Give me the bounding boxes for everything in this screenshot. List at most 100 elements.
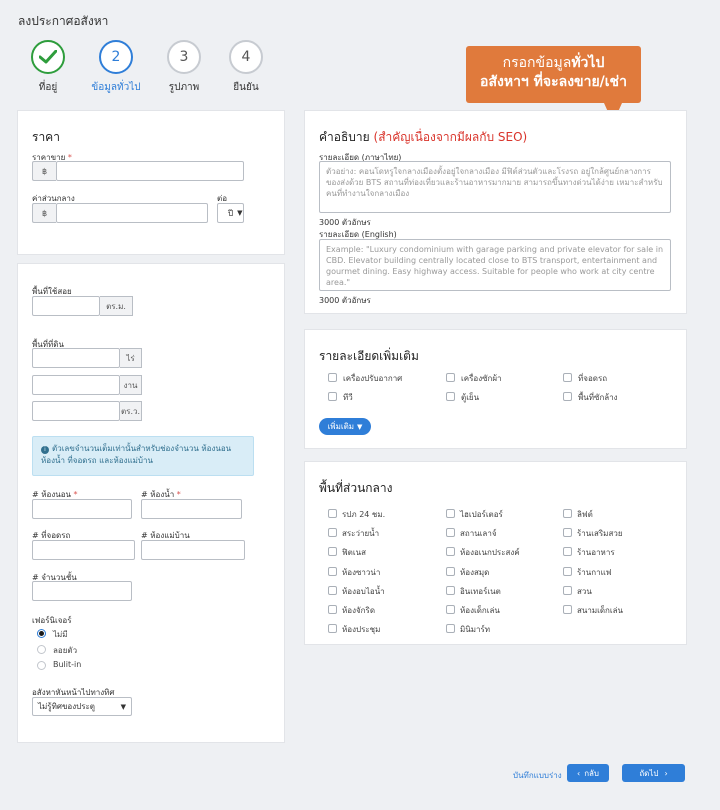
common-label-0: รปภ 24 ชม. [342, 510, 386, 519]
common-label-4: สถานเลาจ์ [460, 529, 497, 538]
chevron-down-icon: ▼ [357, 422, 363, 431]
common-label-16: ห้องเด็กเล่น [460, 606, 500, 615]
next-label: ถัดไป [639, 768, 659, 778]
step-2-circle[interactable]: 2 [99, 40, 133, 74]
extra-checkbox-2[interactable] [563, 373, 572, 382]
extra-label-2: ที่จอดรถ [578, 374, 608, 383]
extra-details-title: รายละเอียดเพิ่มเติม [319, 349, 419, 363]
step-3-circle[interactable]: 3 [167, 40, 201, 74]
furniture-radio-none[interactable] [37, 629, 46, 638]
common-label-9: ห้องซาวน่า [342, 568, 381, 577]
price-title: ราคา [32, 130, 60, 144]
common-label-14: สวน [577, 587, 592, 596]
sale-currency-addon: ฿ [32, 161, 56, 181]
callout-line1: กรอกข้อมูล [502, 55, 572, 71]
common-area-title: พื้นที่ส่วนกลาง [319, 481, 393, 495]
common-checkbox-1[interactable] [446, 509, 455, 518]
common-label-17: สนามเด็กเล่น [577, 606, 623, 615]
back-button[interactable]: ‹ กลับ [567, 764, 609, 782]
common-checkbox-15[interactable] [328, 605, 337, 614]
sale-price-input[interactable] [56, 161, 244, 181]
extra-checkbox-1[interactable] [446, 373, 455, 382]
common-label-10: ห้องสมุด [460, 568, 490, 577]
step-4-label: ยืนยัน [233, 82, 259, 93]
land-ngan-input[interactable] [32, 375, 120, 395]
chevron-right-icon: › [664, 768, 668, 778]
common-checkbox-2[interactable] [563, 509, 572, 518]
common-checkbox-0[interactable] [328, 509, 337, 518]
furniture-option-none: ไม่มี [53, 630, 68, 639]
show-more-label: เพิ่มเติม [327, 422, 355, 431]
common-checkbox-17[interactable] [563, 605, 572, 614]
next-button[interactable]: ถัดไป › [622, 764, 685, 782]
common-checkbox-9[interactable] [328, 567, 337, 576]
maid-room-input[interactable] [141, 540, 245, 560]
common-label-19: มินิมาร์ท [460, 625, 491, 634]
desc-en-textarea[interactable]: Example: "Luxury condominium with garage… [319, 239, 671, 291]
callout-line2: อสังหาฯ ที่จะลงขาย/เช่า [480, 74, 627, 90]
land-rai-unit: ไร่ [120, 348, 142, 368]
bathroom-input[interactable] [141, 499, 242, 519]
page-title: ลงประกาศอสังหา [18, 14, 109, 28]
furniture-radio-loose[interactable] [37, 645, 46, 654]
direction-select[interactable]: ไม่รู้ทิศของประตู ▼ [32, 697, 132, 716]
common-label-1: ไฮเปอร์เตอร์ [460, 510, 503, 519]
common-label-11: ร้านกาแฟ [577, 568, 612, 577]
extra-checkbox-5[interactable] [563, 392, 572, 401]
direction-value: ไม่รู้ทิศของประตู [38, 702, 95, 711]
floors-input[interactable] [32, 581, 132, 601]
common-checkbox-13[interactable] [446, 586, 455, 595]
chevron-left-icon: ‹ [576, 768, 581, 778]
chevron-down-icon: ▼ [120, 702, 126, 711]
bedroom-input[interactable] [32, 499, 132, 519]
common-checkbox-14[interactable] [563, 586, 572, 595]
common-label-8: ร้านอาหาร [577, 548, 615, 557]
desc-th-textarea[interactable]: ตัวอย่าง: คอนโดหรูใจกลางเมืองตั้งอยู่ใจก… [319, 161, 671, 213]
integer-info-text: ตัวเลขจำนวนเต็มเท่านั้นสำหรับช่องจำนวน ห… [41, 444, 232, 465]
land-rai-input[interactable] [32, 348, 120, 368]
common-checkbox-10[interactable] [446, 567, 455, 576]
extra-label-0: เครื่องปรับอากาศ [343, 374, 403, 383]
callout-line1-bold: ทั่วไป [571, 55, 605, 71]
extra-label-4: ตู้เย็น [461, 393, 480, 402]
fee-period-select[interactable]: ปี ▼ [217, 203, 244, 223]
common-checkbox-8[interactable] [563, 547, 572, 556]
step-1-check-icon[interactable] [31, 40, 65, 74]
info-icon: i [41, 446, 49, 454]
usable-area-input[interactable] [32, 296, 100, 316]
common-label-18: ห้องประชุม [342, 625, 381, 634]
common-checkbox-7[interactable] [446, 547, 455, 556]
show-more-button[interactable]: เพิ่มเติม ▼ [319, 418, 371, 435]
extra-checkbox-3[interactable] [328, 392, 337, 401]
common-checkbox-3[interactable] [328, 528, 337, 537]
common-label-5: ร้านเสริมสวย [577, 529, 623, 538]
furniture-radio-builtin[interactable] [37, 661, 46, 670]
common-checkbox-19[interactable] [446, 624, 455, 633]
common-checkbox-6[interactable] [328, 547, 337, 556]
common-checkbox-11[interactable] [563, 567, 572, 576]
extra-label-5: พื้นที่ซักล้าง [578, 393, 618, 402]
common-label-7: ห้องอเนกประสงค์ [460, 548, 520, 557]
common-label-12: ห้องอบไอน้ำ [342, 587, 385, 596]
back-label: กลับ [584, 768, 600, 778]
fee-period-value: ปี [228, 208, 234, 218]
extra-checkbox-0[interactable] [328, 373, 337, 382]
common-fee-input[interactable] [56, 203, 208, 223]
common-checkbox-5[interactable] [563, 528, 572, 537]
common-checkbox-12[interactable] [328, 586, 337, 595]
parking-input[interactable] [32, 540, 135, 560]
common-checkbox-18[interactable] [328, 624, 337, 633]
extra-label-1: เครื่องซักผ้า [461, 374, 502, 383]
chevron-down-icon: ▼ [237, 209, 243, 217]
step-4-circle[interactable]: 4 [229, 40, 263, 74]
common-checkbox-4[interactable] [446, 528, 455, 537]
common-label-6: ฟิตเนส [342, 548, 366, 557]
furniture-label: เฟอร์นิเจอร์ [32, 616, 72, 625]
extra-checkbox-4[interactable] [446, 392, 455, 401]
save-draft-link[interactable]: บันทึกแบบร่าง [513, 769, 562, 782]
land-ngan-unit: งาน [120, 375, 142, 395]
description-title: คำอธิบาย (สำคัญเนื่องจากมีผลกับ SEO) [319, 130, 528, 144]
land-sqwa-input[interactable] [32, 401, 120, 421]
seo-note: (สำคัญเนื่องจากมีผลกับ SEO) [373, 130, 528, 144]
common-checkbox-16[interactable] [446, 605, 455, 614]
